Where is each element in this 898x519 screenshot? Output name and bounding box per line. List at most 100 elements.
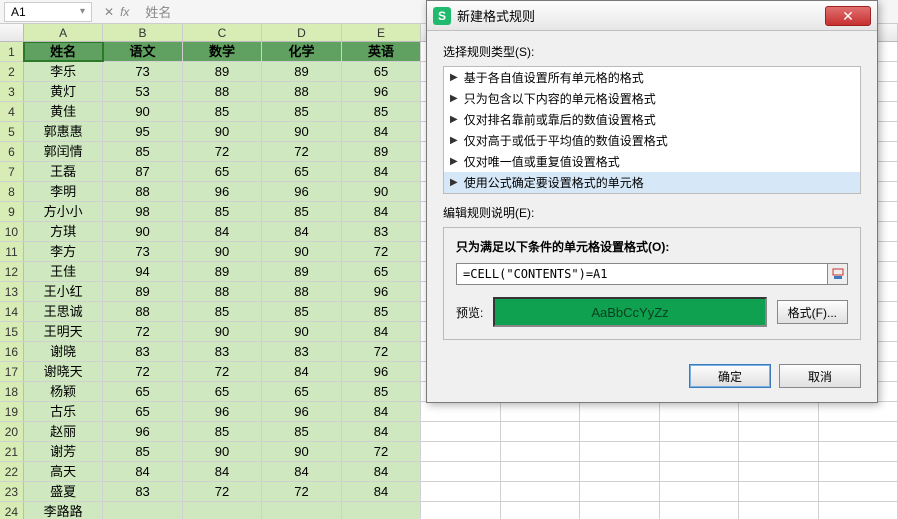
data-cell[interactable]: 85 xyxy=(342,302,421,321)
data-cell[interactable]: 84 xyxy=(183,462,262,481)
data-cell[interactable]: 65 xyxy=(342,62,421,81)
data-cell[interactable]: 85 xyxy=(183,202,262,221)
data-cell[interactable]: 85 xyxy=(103,142,182,161)
data-cell[interactable]: 85 xyxy=(342,382,421,401)
data-cell[interactable]: 85 xyxy=(183,302,262,321)
data-cell[interactable]: 90 xyxy=(183,442,262,461)
data-cell[interactable]: 65 xyxy=(183,382,262,401)
data-cell[interactable] xyxy=(660,482,739,501)
data-cell[interactable]: 84 xyxy=(262,362,341,381)
column-header[interactable]: C xyxy=(183,24,262,41)
data-cell[interactable]: 72 xyxy=(342,342,421,361)
data-cell[interactable] xyxy=(819,482,898,501)
ok-button[interactable]: 确定 xyxy=(689,364,771,388)
data-cell[interactable]: 94 xyxy=(103,262,182,281)
data-cell[interactable] xyxy=(421,482,500,501)
data-cell[interactable]: 65 xyxy=(262,382,341,401)
row-header[interactable]: 7 xyxy=(0,162,24,181)
data-cell[interactable]: 73 xyxy=(103,242,182,261)
data-cell[interactable]: 96 xyxy=(183,182,262,201)
row-header[interactable]: 23 xyxy=(0,482,24,501)
data-cell[interactable] xyxy=(819,462,898,481)
row-header[interactable]: 21 xyxy=(0,442,24,461)
data-cell[interactable]: 李乐 xyxy=(24,62,103,81)
cancel-icon[interactable]: ✕ xyxy=(104,5,114,19)
row-header[interactable]: 22 xyxy=(0,462,24,481)
row-header[interactable]: 8 xyxy=(0,182,24,201)
data-cell[interactable]: 95 xyxy=(103,122,182,141)
data-cell[interactable]: 98 xyxy=(103,202,182,221)
rule-type-item[interactable]: ▶只为包含以下内容的单元格设置格式 xyxy=(444,88,860,109)
data-cell[interactable] xyxy=(421,442,500,461)
data-cell[interactable] xyxy=(660,422,739,441)
data-cell[interactable] xyxy=(342,502,421,519)
data-cell[interactable] xyxy=(183,502,262,519)
data-cell[interactable] xyxy=(739,482,818,501)
data-cell[interactable]: 83 xyxy=(342,222,421,241)
data-cell[interactable]: 90 xyxy=(183,242,262,261)
data-cell[interactable] xyxy=(660,502,739,519)
data-cell[interactable]: 83 xyxy=(183,342,262,361)
data-cell[interactable]: 89 xyxy=(262,262,341,281)
data-cell[interactable]: 90 xyxy=(342,182,421,201)
data-cell[interactable] xyxy=(739,502,818,519)
row-header[interactable]: 17 xyxy=(0,362,24,381)
row-header[interactable]: 20 xyxy=(0,422,24,441)
row-header[interactable]: 24 xyxy=(0,502,24,519)
row-header[interactable]: 9 xyxy=(0,202,24,221)
row-header[interactable]: 2 xyxy=(0,62,24,81)
data-cell[interactable]: 84 xyxy=(342,462,421,481)
header-cell[interactable]: 姓名 xyxy=(24,42,103,61)
data-cell[interactable] xyxy=(739,462,818,481)
row-header[interactable]: 1 xyxy=(0,42,24,61)
data-cell[interactable]: 89 xyxy=(183,62,262,81)
data-cell[interactable]: 王佳 xyxy=(24,262,103,281)
data-cell[interactable]: 杨颖 xyxy=(24,382,103,401)
data-cell[interactable]: 谢晓 xyxy=(24,342,103,361)
data-cell[interactable]: 90 xyxy=(103,102,182,121)
data-cell[interactable]: 90 xyxy=(262,322,341,341)
data-cell[interactable]: 96 xyxy=(183,402,262,421)
data-cell[interactable]: 盛夏 xyxy=(24,482,103,501)
data-cell[interactable]: 85 xyxy=(262,302,341,321)
data-cell[interactable] xyxy=(739,402,818,421)
data-cell[interactable]: 85 xyxy=(262,102,341,121)
data-cell[interactable] xyxy=(501,402,580,421)
data-cell[interactable]: 85 xyxy=(103,442,182,461)
data-cell[interactable] xyxy=(739,442,818,461)
data-cell[interactable]: 85 xyxy=(183,422,262,441)
data-cell[interactable]: 高天 xyxy=(24,462,103,481)
data-cell[interactable]: 83 xyxy=(103,342,182,361)
column-header[interactable]: E xyxy=(342,24,421,41)
format-button[interactable]: 格式(F)... xyxy=(777,300,848,324)
data-cell[interactable]: 89 xyxy=(262,62,341,81)
data-cell[interactable]: 谢芳 xyxy=(24,442,103,461)
data-cell[interactable] xyxy=(501,482,580,501)
data-cell[interactable]: 郭闰情 xyxy=(24,142,103,161)
data-cell[interactable]: 84 xyxy=(342,482,421,501)
data-cell[interactable]: 90 xyxy=(262,442,341,461)
data-cell[interactable]: 96 xyxy=(342,362,421,381)
data-cell[interactable]: 王磊 xyxy=(24,162,103,181)
name-box[interactable]: A1 ▾ xyxy=(4,2,92,22)
data-cell[interactable]: 王思诚 xyxy=(24,302,103,321)
data-cell[interactable]: 90 xyxy=(103,222,182,241)
data-cell[interactable] xyxy=(421,502,500,519)
data-cell[interactable]: 84 xyxy=(342,162,421,181)
cancel-button[interactable]: 取消 xyxy=(779,364,861,388)
data-cell[interactable] xyxy=(580,502,659,519)
data-cell[interactable]: 72 xyxy=(342,442,421,461)
data-cell[interactable]: 84 xyxy=(342,202,421,221)
row-header[interactable]: 10 xyxy=(0,222,24,241)
data-cell[interactable]: 古乐 xyxy=(24,402,103,421)
fx-icon[interactable]: fx xyxy=(120,5,129,19)
data-cell[interactable]: 黄佳 xyxy=(24,102,103,121)
data-cell[interactable]: 85 xyxy=(183,102,262,121)
data-cell[interactable] xyxy=(819,402,898,421)
formula-input[interactable] xyxy=(456,263,828,285)
data-cell[interactable]: 方小小 xyxy=(24,202,103,221)
row-header[interactable]: 5 xyxy=(0,122,24,141)
data-cell[interactable]: 89 xyxy=(342,142,421,161)
data-cell[interactable]: 65 xyxy=(262,162,341,181)
data-cell[interactable]: 53 xyxy=(103,82,182,101)
